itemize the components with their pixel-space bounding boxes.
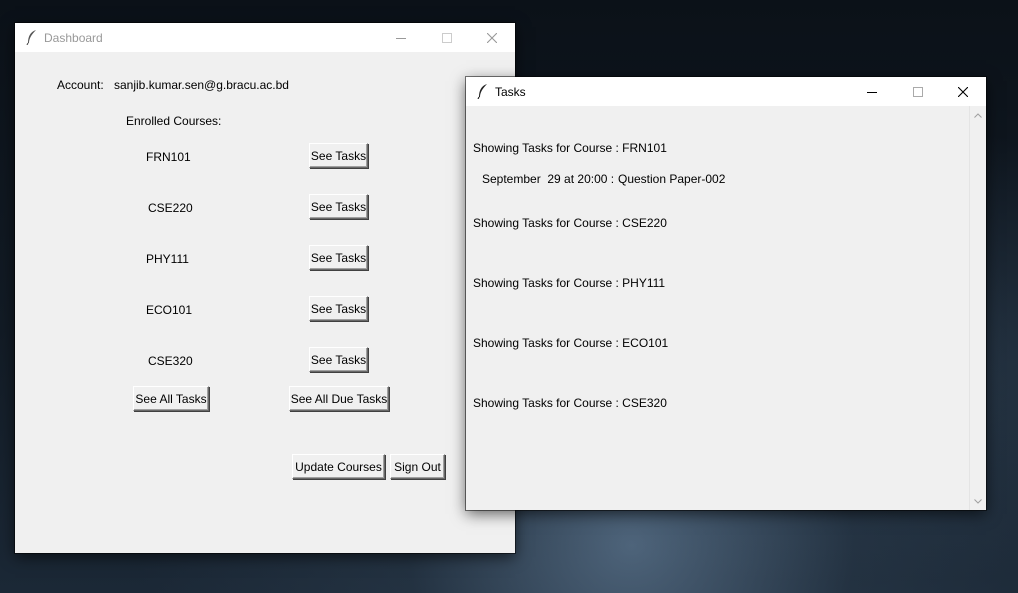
see-tasks-button-cse320[interactable]: See Tasks bbox=[309, 347, 368, 372]
see-tasks-button-cse220[interactable]: See Tasks bbox=[309, 194, 368, 219]
dashboard-window: Dashboard Account: sanjib.kumar.sen@g.br… bbox=[15, 23, 515, 553]
enrolled-courses-label: Enrolled Courses: bbox=[126, 114, 222, 128]
maximize-icon bbox=[442, 32, 452, 43]
desktop: Dashboard Account: sanjib.kumar.sen@g.br… bbox=[0, 0, 1018, 593]
feather-icon bbox=[477, 84, 487, 99]
vertical-scrollbar[interactable] bbox=[969, 106, 986, 510]
course-code: FRN101 bbox=[146, 150, 191, 164]
see-all-due-tasks-button[interactable]: See All Due Tasks bbox=[289, 386, 389, 411]
account-email: sanjib.kumar.sen@g.bracu.ac.bd bbox=[114, 78, 289, 92]
see-tasks-button-eco101[interactable]: See Tasks bbox=[309, 296, 368, 321]
course-code: PHY111 bbox=[146, 252, 189, 266]
see-all-tasks-button[interactable]: See All Tasks bbox=[133, 386, 209, 411]
scroll-up-button[interactable] bbox=[970, 108, 986, 122]
minimize-button[interactable] bbox=[849, 77, 895, 106]
minimize-icon bbox=[867, 91, 877, 93]
dashboard-titlebar[interactable]: Dashboard bbox=[15, 23, 515, 52]
task-date: September 29 at 20:00 : bbox=[482, 172, 615, 186]
close-button[interactable] bbox=[940, 77, 986, 106]
tasks-titlebar[interactable]: Tasks bbox=[466, 77, 986, 106]
feather-icon bbox=[26, 30, 36, 45]
maximize-button[interactable] bbox=[424, 23, 470, 52]
task-section-heading: Showing Tasks for Course : FRN101 bbox=[473, 141, 667, 155]
close-icon bbox=[487, 32, 497, 43]
update-courses-button[interactable]: Update Courses bbox=[292, 454, 385, 479]
minimize-button[interactable] bbox=[378, 23, 424, 52]
sign-out-button[interactable]: Sign Out bbox=[390, 454, 445, 479]
course-code: CSE220 bbox=[148, 201, 193, 215]
scroll-down-button[interactable] bbox=[970, 494, 986, 508]
task-section-heading: Showing Tasks for Course : ECO101 bbox=[473, 336, 669, 350]
window-title: Dashboard bbox=[44, 31, 103, 45]
minimize-icon bbox=[396, 37, 406, 39]
chevron-up-icon bbox=[974, 112, 982, 118]
course-code: ECO101 bbox=[146, 303, 193, 317]
dashboard-client: Account: sanjib.kumar.sen@g.bracu.ac.bd … bbox=[15, 52, 515, 553]
window-title: Tasks bbox=[495, 85, 526, 99]
task-section-heading: Showing Tasks for Course : PHY111 bbox=[473, 276, 666, 290]
tasks-client: Showing Tasks for Course : FRN101 Septem… bbox=[466, 106, 986, 510]
close-button[interactable] bbox=[469, 23, 515, 52]
course-code: CSE320 bbox=[148, 354, 193, 368]
maximize-icon bbox=[913, 86, 923, 97]
maximize-button[interactable] bbox=[895, 77, 941, 106]
see-tasks-button-frn101[interactable]: See Tasks bbox=[309, 143, 368, 168]
account-label: Account: bbox=[57, 78, 104, 92]
tasks-window: Tasks Showing Tasks for Course : FRN101 … bbox=[466, 77, 986, 510]
task-section-heading: Showing Tasks for Course : CSE220 bbox=[473, 216, 667, 230]
task-section-heading: Showing Tasks for Course : CSE320 bbox=[473, 396, 667, 410]
see-tasks-button-phy111[interactable]: See Tasks bbox=[309, 245, 368, 270]
close-icon bbox=[958, 86, 968, 97]
chevron-down-icon bbox=[974, 498, 982, 504]
task-name: Question Paper-002 bbox=[618, 172, 726, 186]
